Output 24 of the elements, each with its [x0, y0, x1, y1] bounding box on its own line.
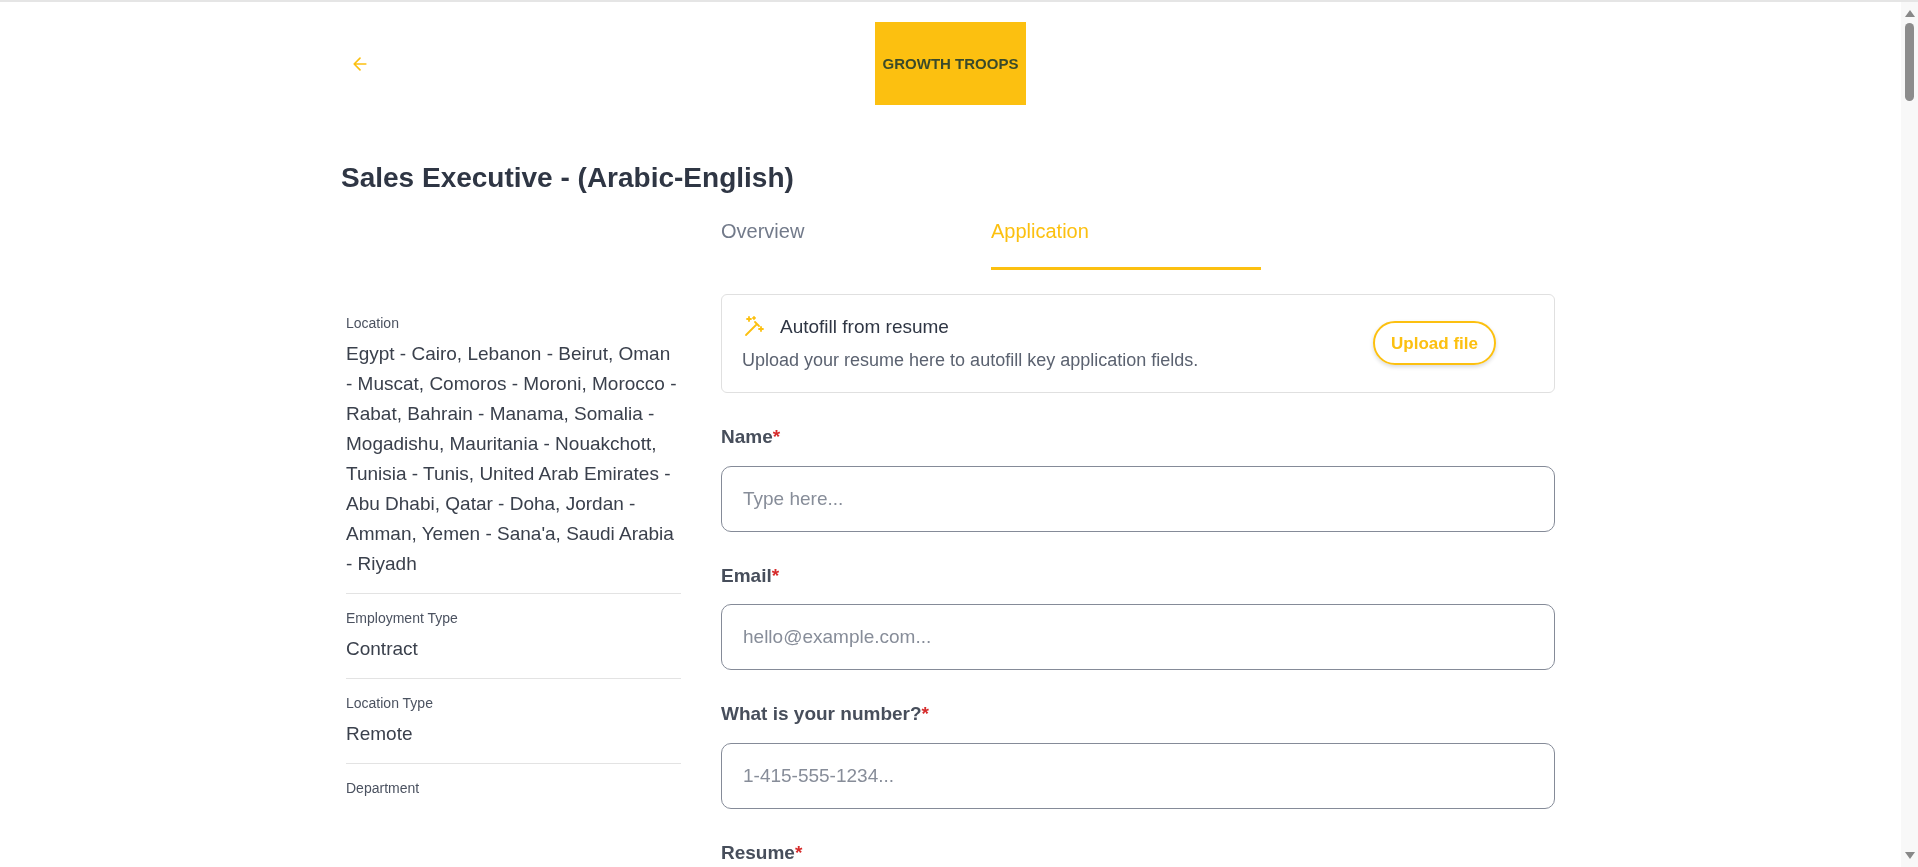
detail-value: Egypt - Cairo, Lebanon - Beirut, Oman - Muscat, Comoros - Moroni, Morocco - Rabat, Bahrain - Manama, Somalia - Mogadishu, Mauritania - Nouakchott, Tunisia - Tunis, United Arab Emirates - Abu Dhabi, Qatar - Doha, Jordan - Amman, Yemen - Sana'a, Saudi Arabia - Riyadh [346, 341, 678, 576]
input-field[interactable]: hello@example.com... [721, 604, 1555, 670]
magic-wand-icon [742, 314, 766, 339]
job-title: Sales Executive - (Arabic-English) [341, 160, 795, 195]
field-label: What is your number?* [721, 702, 930, 726]
detail-label: Employment Type [346, 608, 459, 628]
tab[interactable]: Overview [721, 205, 991, 270]
detail-label: Location Type [346, 693, 434, 713]
field-label: Resume* [721, 840, 804, 865]
field-label: Email* [721, 563, 781, 588]
input-field[interactable]: 1-415-555-1234... [721, 742, 1555, 809]
detail-label: Location [346, 313, 400, 333]
scrollbar-track[interactable] [1901, 2, 1918, 867]
autofill-title: Autofill from resume [780, 314, 949, 339]
company-logo[interactable]: GROWTH TROOPS [875, 22, 1026, 106]
scroll-down-arrow-icon[interactable] [1904, 852, 1915, 859]
field-label: Name* [721, 425, 782, 449]
autofill-description: Upload your resume here to autofill key application fields. [742, 349, 1200, 372]
scrollbar-thumb[interactable] [1905, 23, 1914, 101]
detail-value: Contract [346, 636, 419, 661]
detail-value: Remote [346, 721, 414, 746]
input-field[interactable]: Type here... [721, 465, 1555, 532]
detail-label: Department [346, 778, 421, 798]
scroll-up-arrow-icon[interactable] [1904, 10, 1915, 17]
